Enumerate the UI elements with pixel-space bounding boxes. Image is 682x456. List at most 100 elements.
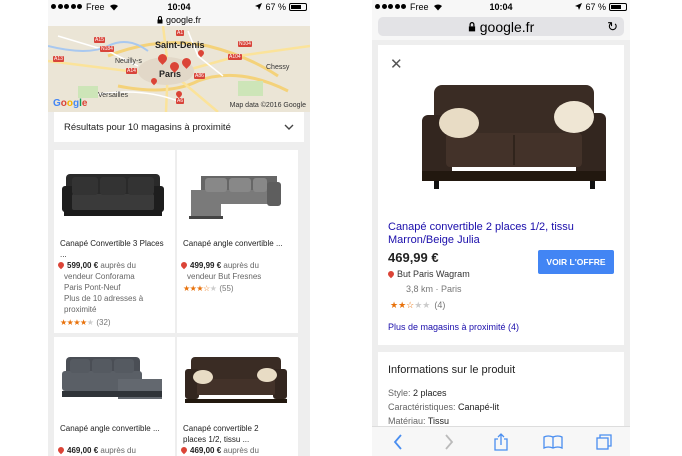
map-place-versailles: Versailles xyxy=(98,92,128,99)
wifi-icon xyxy=(433,3,442,11)
product-card[interactable]: Canapé Convertible 3 Places ... 599,00 €… xyxy=(54,150,175,333)
map-place-chessy: Chessy xyxy=(266,64,290,71)
bookmarks-icon[interactable] xyxy=(542,432,563,452)
sofa-image xyxy=(185,357,287,403)
lock-icon xyxy=(157,15,163,23)
product-title[interactable]: Canapé Convertible 3 Places ... xyxy=(60,238,171,260)
phone-left-screen: Free 10:04 67 % google.fr Saint-Denis Ne… xyxy=(48,0,310,456)
map-pin-icon xyxy=(179,445,189,455)
product-title[interactable]: Canapé angle convertible ... xyxy=(60,423,171,434)
road-tag: N184 xyxy=(100,46,114,52)
info-row-style: Style: 2 places xyxy=(388,388,447,398)
product-price: 469,00 € xyxy=(190,446,222,455)
close-icon[interactable]: ✕ xyxy=(390,55,403,73)
product-title-link[interactable]: Canapé convertible 2 places 1/2, tissu M… xyxy=(388,221,614,247)
map-pin-icon xyxy=(56,445,66,455)
map-credit: Map data ©2016 Google xyxy=(229,102,306,109)
store-name: But Paris Wagram xyxy=(386,269,470,279)
star-icon: ★★ xyxy=(390,300,407,310)
rating-count: (32) xyxy=(96,318,111,327)
store-name: vendeur But Fresnes xyxy=(187,272,262,281)
status-bar: Free 10:04 67 % xyxy=(372,0,630,13)
forward-icon[interactable] xyxy=(439,432,459,452)
signal-dots-icon xyxy=(51,4,82,9)
share-icon[interactable] xyxy=(491,432,511,452)
sofa-image xyxy=(62,174,164,216)
status-bar: Free 10:04 67 % xyxy=(48,0,310,13)
product-title[interactable]: Canapé convertible 2 xyxy=(183,423,294,434)
product-detail-card: ✕ Canapé convertible 2 places 1/2, tissu… xyxy=(378,45,624,345)
sofa-image xyxy=(189,176,281,219)
road-tag: N104 xyxy=(238,41,252,47)
product-title[interactable]: Canapé angle convertible ... xyxy=(183,238,294,249)
price-suffix: auprès du xyxy=(221,446,259,455)
nearby-stores-dropdown[interactable]: Résultats pour 10 magasins à proximité xyxy=(54,112,304,142)
road-tag: A1 xyxy=(176,30,185,36)
battery-icon xyxy=(289,2,307,11)
road-tag: A86 xyxy=(194,73,205,79)
wifi-icon xyxy=(109,3,118,11)
sofa-image xyxy=(422,85,606,189)
product-price: 469,99 € xyxy=(388,250,439,265)
map-place-saint-denis: Saint-Denis xyxy=(155,40,205,50)
map-pin-icon xyxy=(386,269,396,279)
info-row-features: Caractéristiques: Canapé-lit xyxy=(388,402,500,412)
product-price: 599,00 € xyxy=(67,261,99,270)
store-distance: 3,8 km · Paris xyxy=(406,284,462,294)
product-price: 499,99 € xyxy=(190,261,222,270)
road-tag: A13 xyxy=(53,56,64,62)
google-logo: Google xyxy=(53,98,88,109)
product-info-card: Informations sur le produit Style: 2 pla… xyxy=(378,352,624,432)
clock: 10:04 xyxy=(489,1,513,12)
rating-stars: ★★★☆★ (55) xyxy=(183,284,234,293)
more-addresses[interactable]: Plus de 10 adresses à xyxy=(64,293,173,304)
address-bar[interactable]: google.fr ↻ xyxy=(372,13,630,40)
road-tag: A14 xyxy=(126,68,137,74)
product-card[interactable]: Canapé convertible 2 places 1/2, tissu .… xyxy=(177,337,298,456)
dropdown-label: Résultats pour 10 magasins à proximité xyxy=(64,121,231,133)
road-tag: A6 xyxy=(176,98,185,104)
sofa-image xyxy=(62,357,162,399)
info-row-material: Matériau: Tissu xyxy=(388,416,450,426)
address-bar[interactable]: google.fr xyxy=(48,13,310,26)
lock-icon xyxy=(468,21,475,31)
store-location: Paris Pont-Neuf xyxy=(64,283,121,292)
star-icon: ★★★★ xyxy=(60,318,87,327)
view-offer-button[interactable]: VOIR L'OFFRE xyxy=(538,250,614,274)
battery-icon xyxy=(609,2,627,11)
signal-dots-icon xyxy=(375,4,406,9)
product-title-cont[interactable]: places 1/2, tissu ... xyxy=(183,434,294,445)
price-suffix: auprès du xyxy=(98,261,136,270)
location-arrow-icon xyxy=(575,3,583,10)
location-arrow-icon xyxy=(255,3,263,10)
price-suffix: auprès du xyxy=(221,261,259,270)
rating-stars: ★★★★★ (32) xyxy=(60,318,111,327)
url-text: google.fr xyxy=(165,14,202,25)
back-icon[interactable] xyxy=(388,432,408,452)
rating-stars: ★★☆★★ (4) xyxy=(390,300,446,310)
product-price: 469,00 € xyxy=(67,446,99,455)
carrier-label: Free xyxy=(410,1,429,12)
map-pin-icon xyxy=(56,260,66,270)
road-tag: A104 xyxy=(228,54,242,60)
price-suffix: auprès du xyxy=(98,446,136,455)
map-place-paris: Paris xyxy=(159,69,182,79)
chevron-down-icon xyxy=(284,124,294,130)
carrier-label: Free xyxy=(86,1,105,12)
product-card[interactable]: Canapé angle convertible ... 499,99 € au… xyxy=(177,150,298,333)
rating-count: (4) xyxy=(434,300,446,310)
reload-icon[interactable]: ↻ xyxy=(607,19,618,35)
url-field[interactable]: google.fr ↻ xyxy=(378,17,624,36)
clock: 10:04 xyxy=(167,1,191,12)
product-card[interactable]: Canapé angle convertible ... 469,00 € au… xyxy=(54,337,175,456)
more-addresses-cont[interactable]: proximité xyxy=(64,304,173,315)
road-tag: A15 xyxy=(94,37,105,43)
more-stores-link[interactable]: Plus de magasins à proximité (4) xyxy=(388,322,519,332)
battery-percent: 67 % xyxy=(585,1,606,12)
tabs-icon[interactable] xyxy=(594,432,614,452)
info-title: Informations sur le produit xyxy=(388,364,516,376)
star-icon: ★★★ xyxy=(183,284,204,293)
safari-toolbar xyxy=(372,426,630,456)
rating-count: (55) xyxy=(219,284,234,293)
store-map[interactable]: Saint-Denis Neuilly-s Paris Versailles C… xyxy=(48,26,310,112)
